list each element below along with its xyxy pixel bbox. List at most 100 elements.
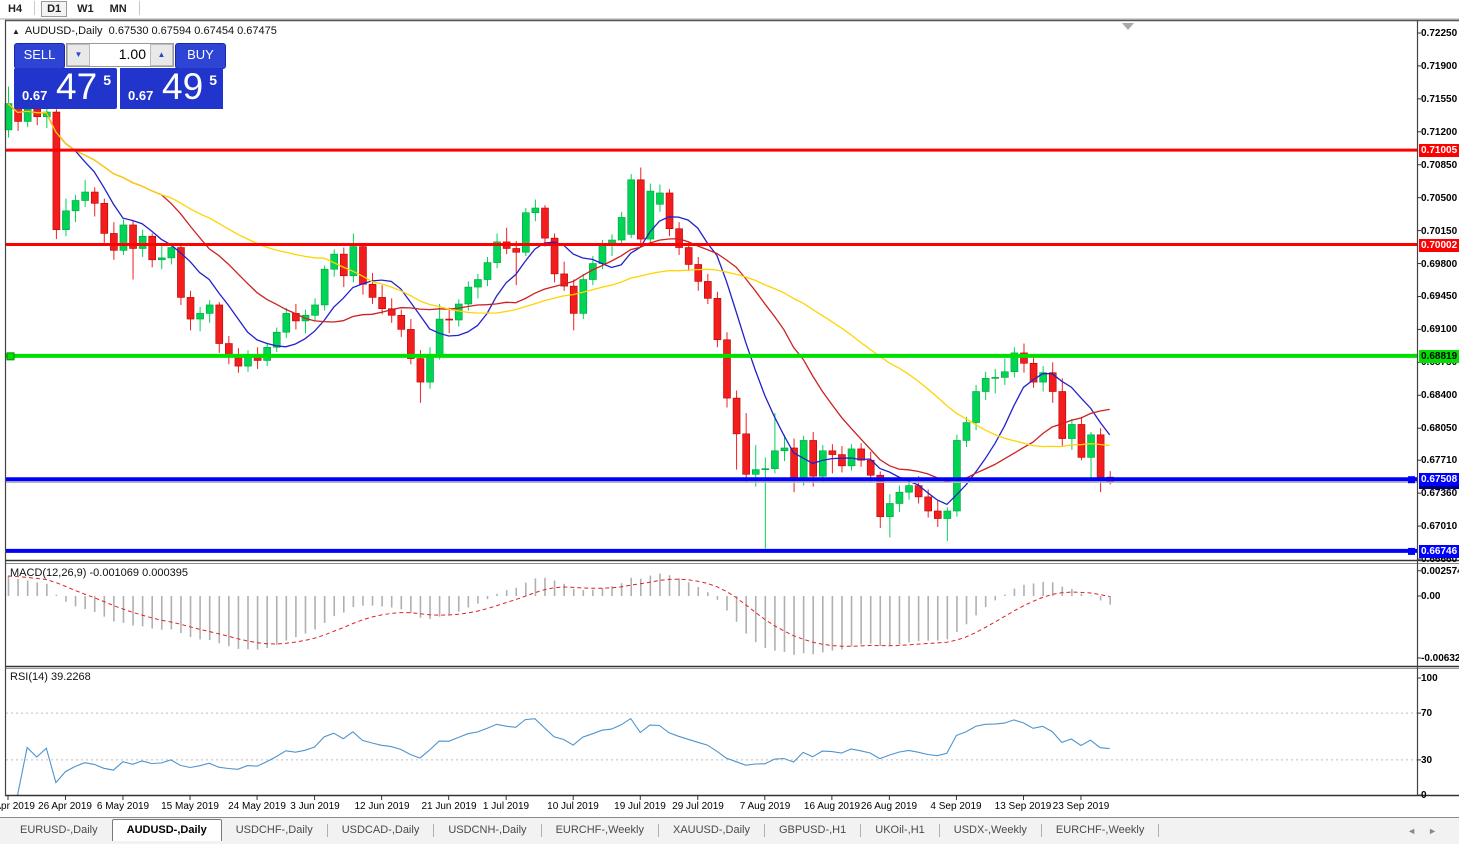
date-tick-label: 26 Apr 2019 [38,801,92,812]
candle-body [617,217,626,241]
tab-scroll-left-icon[interactable]: ◄ [1407,826,1428,836]
volume-increase-icon[interactable]: ▲ [150,44,173,66]
chart-tab-usdcnh-daily[interactable]: USDCNH-,Daily [434,820,540,841]
chart-canvas[interactable] [0,0,1459,844]
candle-body [416,358,425,383]
terminal-window: H4 D1 W1 MN ▲ AUDUSD-,Daily 0.67530 0.67594 … [0,0,1459,844]
price-tick-label: 0.67710 [1421,455,1458,466]
rsi-tick-label: 70 [1421,708,1433,719]
candle-body [1077,424,1086,458]
candle-body [972,391,980,423]
symbol-period-label: AUDUSD-,Daily [24,25,103,37]
date-tick-label: 21 Jun 2019 [421,801,477,812]
candle-body [464,286,473,305]
macd-label: MACD(12,26,9) -0.001069 0.000395 [10,567,188,579]
chart-tab-gbpusd-h1[interactable]: GBPUSD-,H1 [765,820,860,841]
candle-body [435,318,444,356]
candle-body [857,448,865,461]
volume-input[interactable]: 1.00 [90,44,150,66]
candle-body [81,191,89,201]
chart-tab-usdcad-daily[interactable]: USDCAD-,Daily [328,820,434,841]
date-tick-label: 19 Jul 2019 [614,801,666,812]
date-tick-label: 6 May 2019 [96,801,150,812]
candle-body [704,281,712,299]
candle-body [474,279,482,288]
timeframe-button-w1[interactable]: W1 [71,1,100,17]
price-tick-label: 0.68400 [1421,390,1458,401]
candle-body [943,510,952,519]
chart-tab-xauusd-daily[interactable]: XAUUSD-,Daily [659,820,764,841]
chart-tab-eurchf-weekly[interactable]: EURCHF-,Weekly [542,820,658,841]
date-tick-label: 13 Sep 2019 [994,801,1052,812]
price-tick-label: 0.71200 [1421,127,1458,138]
sell-price-big: 47 [56,66,98,107]
candle-body [234,356,243,367]
candle-body [100,203,109,234]
sell-price-box[interactable]: 0.67 47 5 [14,66,117,109]
chart-tab-usdx-weekly[interactable]: USDX-,Weekly [940,820,1041,841]
level-price-label: 0.68819 [1419,350,1459,363]
candle-body [933,510,942,519]
chart-tab-ukoil-h1[interactable]: UKOil-,H1 [861,820,939,841]
chart-tabs-bar: EURUSD-,Daily AUDUSD-,Daily USDCHF-,Daily U… [0,817,1459,844]
candle-body [119,224,128,251]
candle-body [1068,424,1076,439]
candle-body [694,264,703,282]
date-tick-label: 3 Jun 2019 [290,801,340,812]
chart-tab-eurusd-daily[interactable]: EURUSD-,Daily [6,820,112,841]
timeframe-button-d1[interactable]: D1 [41,1,68,17]
ma-line-8 [7,103,1111,506]
toolbar-separator [138,1,140,15]
price-tick-label: 0.71900 [1421,61,1458,72]
candle-body [378,297,386,310]
candle-body [780,447,789,452]
chart-tab-eurchf-weekly[interactable]: EURCHF-,Weekly [1042,820,1158,841]
one-click-collapse-icon[interactable]: ▲ [12,27,20,36]
price-tick-label: 0.68050 [1421,423,1458,434]
buy-price-box[interactable]: 0.67 49 5 [120,66,223,109]
candle-body [196,313,204,320]
level-price-label: 0.70002 [1419,239,1459,252]
price-tick-label: 0.67010 [1421,521,1458,532]
chart-title: ▲ AUDUSD-,Daily 0.67530 0.67594 0.67454 0… [12,25,277,37]
buy-price-prefix: 0.67 [128,88,154,103]
macd-values: -0.001069 0.000395 [89,567,188,579]
chart-shift-icon[interactable] [1122,23,1134,30]
candle-body [953,440,961,512]
candle-body [52,111,61,230]
candle-body [828,450,837,455]
date-tick-label: 10 Jul 2019 [547,801,599,812]
candle-body [426,354,434,383]
price-tick-label: 0.69800 [1421,259,1458,270]
rsi-tick-label: 0 [1421,790,1427,801]
candle-body [886,503,894,517]
candle-body [723,339,731,399]
level-handle[interactable] [1408,476,1415,484]
chart-tab-usdchf-daily[interactable]: USDCHF-,Daily [222,820,327,841]
candle-body [397,314,406,330]
candle-body [90,191,99,204]
date-tick-label: 4 Sep 2019 [930,801,982,812]
buy-price-big: 49 [162,66,204,107]
candle-body [215,304,224,344]
level-price-label: 0.66746 [1419,545,1459,558]
candle-body [742,433,750,475]
candle-body [62,210,70,230]
chart-tab-audusd-daily[interactable]: AUDUSD-,Daily [111,819,222,841]
timeframe-button-mn[interactable]: MN [104,1,133,17]
macd-tick-label: -0.006326 [1421,653,1459,664]
level-price-label: 0.67508 [1419,473,1459,486]
level-handle[interactable] [1408,547,1415,555]
timeframe-button-h4[interactable]: H4 [2,1,28,17]
candle-body [483,262,492,280]
date-tick-label: 12 Jun 2019 [354,801,410,812]
candle-body [1001,371,1009,378]
ma-line-34 [7,103,1110,448]
date-tick-label: 24 May 2019 [228,801,286,812]
volume-decrease-icon[interactable]: ▼ [67,44,90,66]
candle-body [368,283,377,298]
candle-body [847,448,856,467]
tab-scroll-right-icon[interactable]: ► [1428,826,1449,836]
level-handle[interactable] [6,352,15,361]
rsi-label: RSI(14) 39.2268 [10,671,91,683]
